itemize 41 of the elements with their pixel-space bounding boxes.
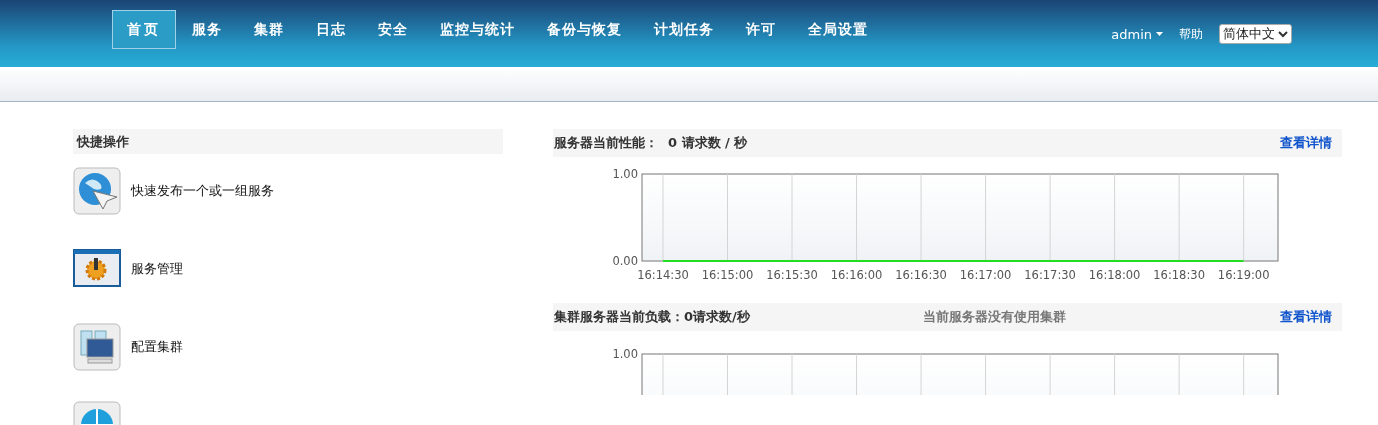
axis-label: 16:17:30 <box>1024 268 1076 282</box>
details-link[interactable]: 查看详情 <box>1280 308 1332 326</box>
axis-label: 0.00 <box>612 254 638 268</box>
axis-label: 1.00 <box>612 347 638 361</box>
help-link[interactable]: 帮助 <box>1179 25 1203 43</box>
panel-note: 当前服务器没有使用集群 <box>923 308 1067 326</box>
action-link[interactable]: 服务管理 <box>131 260 183 278</box>
language-select[interactable]: 简体中文 <box>1219 24 1292 44</box>
panel-title: 服务器当前性能： <box>554 134 658 152</box>
axis-label: 16:16:30 <box>895 268 947 282</box>
nav-tab[interactable]: 备份与恢复 <box>531 10 638 49</box>
axis-label: 16:15:30 <box>766 268 818 282</box>
nav-tab[interactable]: 服务 <box>176 10 238 49</box>
nav-tab[interactable]: 集群 <box>238 10 300 49</box>
panel-title: 集群服务器当前负载： <box>554 308 684 326</box>
axis-label: 1.00 <box>612 167 638 181</box>
axis-label: 16:14:30 <box>637 268 689 282</box>
panel-value: 0请求数/秒 <box>684 308 750 326</box>
nav-tab[interactable]: 计划任务 <box>638 10 730 49</box>
caret-icon <box>1156 32 1163 36</box>
computer-icon <box>73 323 121 371</box>
globe-send-icon <box>73 167 121 215</box>
axis-label: 16:17:00 <box>959 268 1012 282</box>
axis-label: 16:19:00 <box>1217 268 1270 282</box>
nav-tab[interactable]: 首页 <box>112 10 176 49</box>
nav-tab[interactable]: 全局设置 <box>792 10 884 49</box>
user-menu[interactable]: admin <box>1111 26 1163 42</box>
axis-label: 16:16:00 <box>830 268 883 282</box>
action-link[interactable]: 配置集群 <box>131 338 183 356</box>
nav-tab[interactable]: 安全 <box>362 10 424 49</box>
panel-value: 0 请求数 / 秒 <box>668 134 748 152</box>
axis-label: 16:15:00 <box>701 268 754 282</box>
nav-tab[interactable]: 日志 <box>300 10 362 49</box>
nav-tab[interactable]: 监控与统计 <box>424 10 531 49</box>
axis-label: 16:18:30 <box>1153 268 1205 282</box>
details-link[interactable]: 查看详情 <box>1280 134 1332 152</box>
action-link[interactable]: 快速发布一个或一组服务 <box>131 182 274 200</box>
chevron-icon <box>1278 30 1288 38</box>
section-title: 快捷操作 <box>73 129 503 154</box>
nav-tab[interactable]: 许可 <box>730 10 792 49</box>
axis-label: 16:18:00 <box>1088 268 1141 282</box>
